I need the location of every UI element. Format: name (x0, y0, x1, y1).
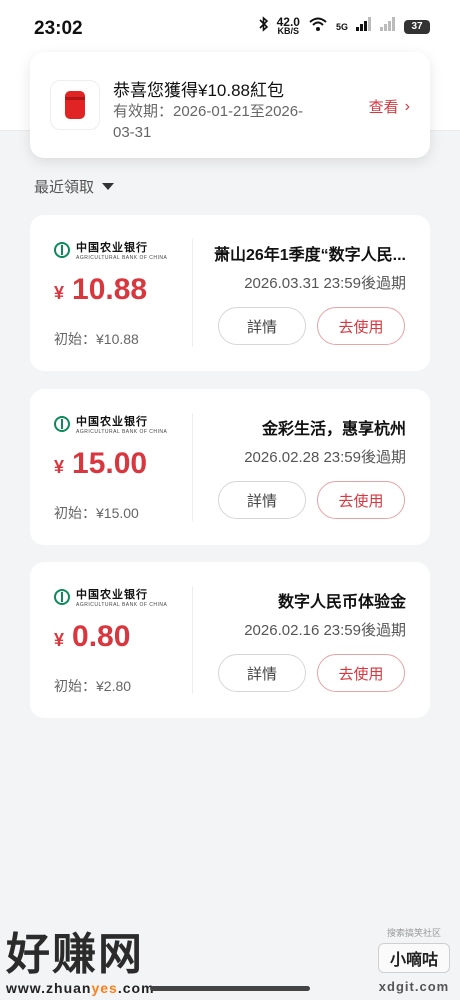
view-button[interactable]: 查看 › (369, 96, 410, 117)
red-envelope-icon (65, 91, 85, 119)
use-button[interactable]: 去使用 (317, 481, 405, 519)
notification-title: 恭喜您獲得¥10.88紅包 (113, 81, 284, 100)
coupon-amount: ¥ 10.88 (54, 273, 148, 306)
coupon-title: 萧山26年1季度“数字人民... (213, 247, 406, 264)
net-speed: 42.0 KB/S (276, 14, 300, 36)
coupon-title: 金彩生活，惠享杭州 (261, 421, 406, 438)
abc-bank-icon (54, 416, 70, 432)
bank-logo: 中国农业银行 AGRICULTURAL BANK OF CHINA (54, 413, 167, 435)
signal-label: 5G (335, 21, 348, 32)
signal-icon (356, 17, 372, 36)
initial-amount: 初始：¥10.88 (54, 331, 139, 347)
coupon-expiry: 2026.03.31 23:59後過期 (244, 275, 406, 292)
coupon-title: 数字人民币体验金 (277, 594, 406, 611)
coupon-amount: ¥ 0.80 (54, 620, 131, 653)
watermark-badge: 小嘀咕 (378, 943, 450, 973)
signal-icon (380, 17, 396, 36)
watermark-left: 好赚网 www.zhuanyes.com (6, 918, 155, 996)
bank-logo: 中国农业银行 AGRICULTURAL BANK OF CHINA (54, 586, 167, 608)
wifi-icon (308, 16, 328, 37)
watermark-caption: 搜索搞笑社区 (386, 928, 441, 938)
status-bar: 23:02 42.0 KB/S 5G 37 (0, 0, 460, 60)
coupon-amount: ¥ 15.00 (54, 447, 148, 480)
use-button[interactable]: 去使用 (317, 307, 405, 345)
coupon-card[interactable]: 中国农业银行 AGRICULTURAL BANK OF CHINA ¥ 15.0… (30, 389, 430, 545)
view-label: 查看 (368, 99, 399, 116)
coupon-card[interactable]: 中国农业银行 AGRICULTURAL BANK OF CHINA ¥ 10.8… (30, 215, 430, 371)
bank-logo: 中国农业银行 AGRICULTURAL BANK OF CHINA (54, 239, 167, 261)
initial-amount: 初始：¥15.00 (54, 505, 139, 521)
abc-bank-icon (54, 242, 70, 258)
details-button[interactable]: 詳情 (218, 481, 306, 519)
section-label: 最近領取 (34, 179, 95, 196)
bluetooth-icon (259, 16, 269, 37)
watermark-url: www.zhuanyes.com (6, 980, 155, 996)
status-icons: 42.0 KB/S 5G 37 (259, 16, 430, 37)
card-divider (192, 586, 193, 694)
coupon-expiry: 2026.02.28 23:59後過期 (244, 449, 406, 466)
watermark-title: 好赚网 (6, 930, 144, 979)
battery-indicator: 37 (404, 19, 430, 34)
card-divider (192, 413, 193, 521)
details-button[interactable]: 詳情 (218, 307, 306, 345)
watermark-right: 搜索搞笑社区 小嘀咕 xdgit.com (378, 926, 450, 994)
notification-validity: 有效期：2026-01-21至2026-03-31 (113, 103, 304, 141)
coupon-card[interactable]: 中国农业银行 AGRICULTURAL BANK OF CHINA ¥ 0.80… (30, 562, 430, 718)
status-time: 23:02 (34, 18, 83, 39)
abc-bank-icon (54, 589, 70, 605)
chevron-right-icon: › (404, 97, 410, 115)
use-button[interactable]: 去使用 (317, 654, 405, 692)
initial-amount: 初始：¥2.80 (54, 678, 132, 694)
red-envelope-icon-box (50, 80, 100, 130)
details-button[interactable]: 詳情 (218, 654, 306, 692)
reward-notification[interactable]: 恭喜您獲得¥10.88紅包 有效期：2026-01-21至2026-03-31 … (30, 52, 430, 158)
card-divider (192, 239, 193, 347)
caret-down-icon (102, 183, 115, 190)
recent-received-filter[interactable]: 最近領取 (34, 176, 115, 197)
watermark-domain: xdgit.com (378, 979, 450, 994)
coupon-expiry: 2026.02.16 23:59後過期 (244, 622, 406, 639)
home-indicator[interactable] (150, 986, 310, 991)
